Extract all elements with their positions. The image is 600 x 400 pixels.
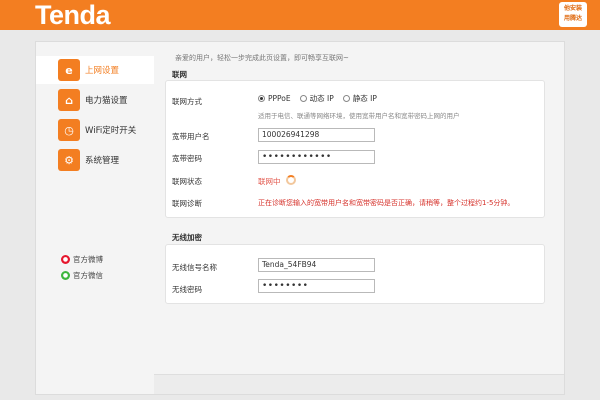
status-label: 联网状态 (172, 177, 202, 186)
username-input[interactable]: 100026941298 (258, 128, 375, 142)
mode-hint: 适用于电信、联通等网络环境，使用宽带用户名和宽带密码上网的用户 (258, 112, 460, 120)
tenda-logo: Tenda (35, 0, 111, 30)
wifi-password-label: 无线密码 (172, 285, 202, 294)
radio-empty-icon (342, 95, 350, 102)
wechat-link[interactable]: ● 官方微信 (61, 270, 103, 281)
ssid-input[interactable]: Tenda_54FB94 (258, 258, 375, 272)
weibo-label: 官方微博 (73, 255, 103, 264)
sidebar-item-wifi-timer[interactable]: ◷ WiFi定时开关 (36, 116, 154, 144)
status-value: 联网中 (258, 177, 281, 186)
wechat-icon: ● (61, 271, 70, 280)
radio-static[interactable]: 静态 IP (342, 93, 377, 104)
wireless-panel (165, 244, 545, 304)
gear-icon: ⚙ (58, 149, 80, 171)
username-label: 宽带用户名 (172, 132, 210, 141)
sidebar-item-internet[interactable]: e 上网设置 (36, 56, 154, 84)
wireless-section-title: 无线加密 (172, 233, 202, 242)
sidebar-item-powerline[interactable]: ⌂ 电力猫设置 (36, 86, 154, 114)
badge-line2: 用腾达 (563, 15, 582, 22)
radio-label: 静态 IP (352, 94, 377, 103)
internet-section-title: 联网 (172, 70, 187, 79)
radio-label: PPPoE (268, 94, 291, 103)
radio-label: 动态 IP (309, 94, 334, 103)
weibo-icon: ● (61, 255, 70, 264)
sidebar-item-label: 电力猫设置 (85, 96, 128, 106)
footer-bar (154, 374, 564, 394)
sidebar-item-label: 上网设置 (85, 66, 120, 76)
header-bar: Tenda 他安装 用腾达 (0, 0, 600, 30)
mode-radio-group: PPPoE 动态 IP 静态 IP (258, 93, 386, 104)
loading-spinner-icon (286, 175, 296, 185)
sidebar: e 上网设置 ⌂ 电力猫设置 ◷ WiFi定时开关 ⚙ 系统管理 (36, 42, 154, 394)
password-input[interactable]: •••••••••••• (258, 150, 375, 164)
install-badge[interactable]: 他安装 用腾达 (559, 2, 587, 27)
clock-icon: ◷ (58, 119, 80, 141)
badge-line1: 他安装 (563, 5, 582, 12)
radio-pppoe[interactable]: PPPoE (258, 94, 291, 103)
globe-e-icon: e (58, 59, 80, 81)
diag-value: 正在诊断您输入的宽带用户名和宽带密码是否正确，请稍等，整个过程约1-5分钟。 (258, 199, 515, 207)
diag-label: 联网诊断 (172, 199, 202, 208)
house-plug-icon: ⌂ (58, 89, 80, 111)
wechat-label: 官方微信 (73, 271, 103, 280)
sidebar-item-system[interactable]: ⚙ 系统管理 (36, 146, 154, 174)
ssid-label: 无线信号名称 (172, 263, 217, 272)
sidebar-item-label: 系统管理 (85, 156, 120, 166)
wifi-password-input[interactable]: •••••••• (258, 279, 375, 293)
password-label: 宽带密码 (172, 154, 202, 163)
radio-empty-icon (299, 95, 307, 102)
intro-text: 亲爱的用户，轻松一步完成此页设置，即可畅享互联网~ (175, 54, 349, 62)
radio-dhcp[interactable]: 动态 IP (299, 93, 334, 104)
radio-selected-icon (258, 95, 265, 102)
weibo-link[interactable]: ● 官方微博 (61, 254, 103, 265)
mode-label: 联网方式 (172, 97, 202, 106)
sidebar-item-label: WiFi定时开关 (85, 126, 137, 136)
